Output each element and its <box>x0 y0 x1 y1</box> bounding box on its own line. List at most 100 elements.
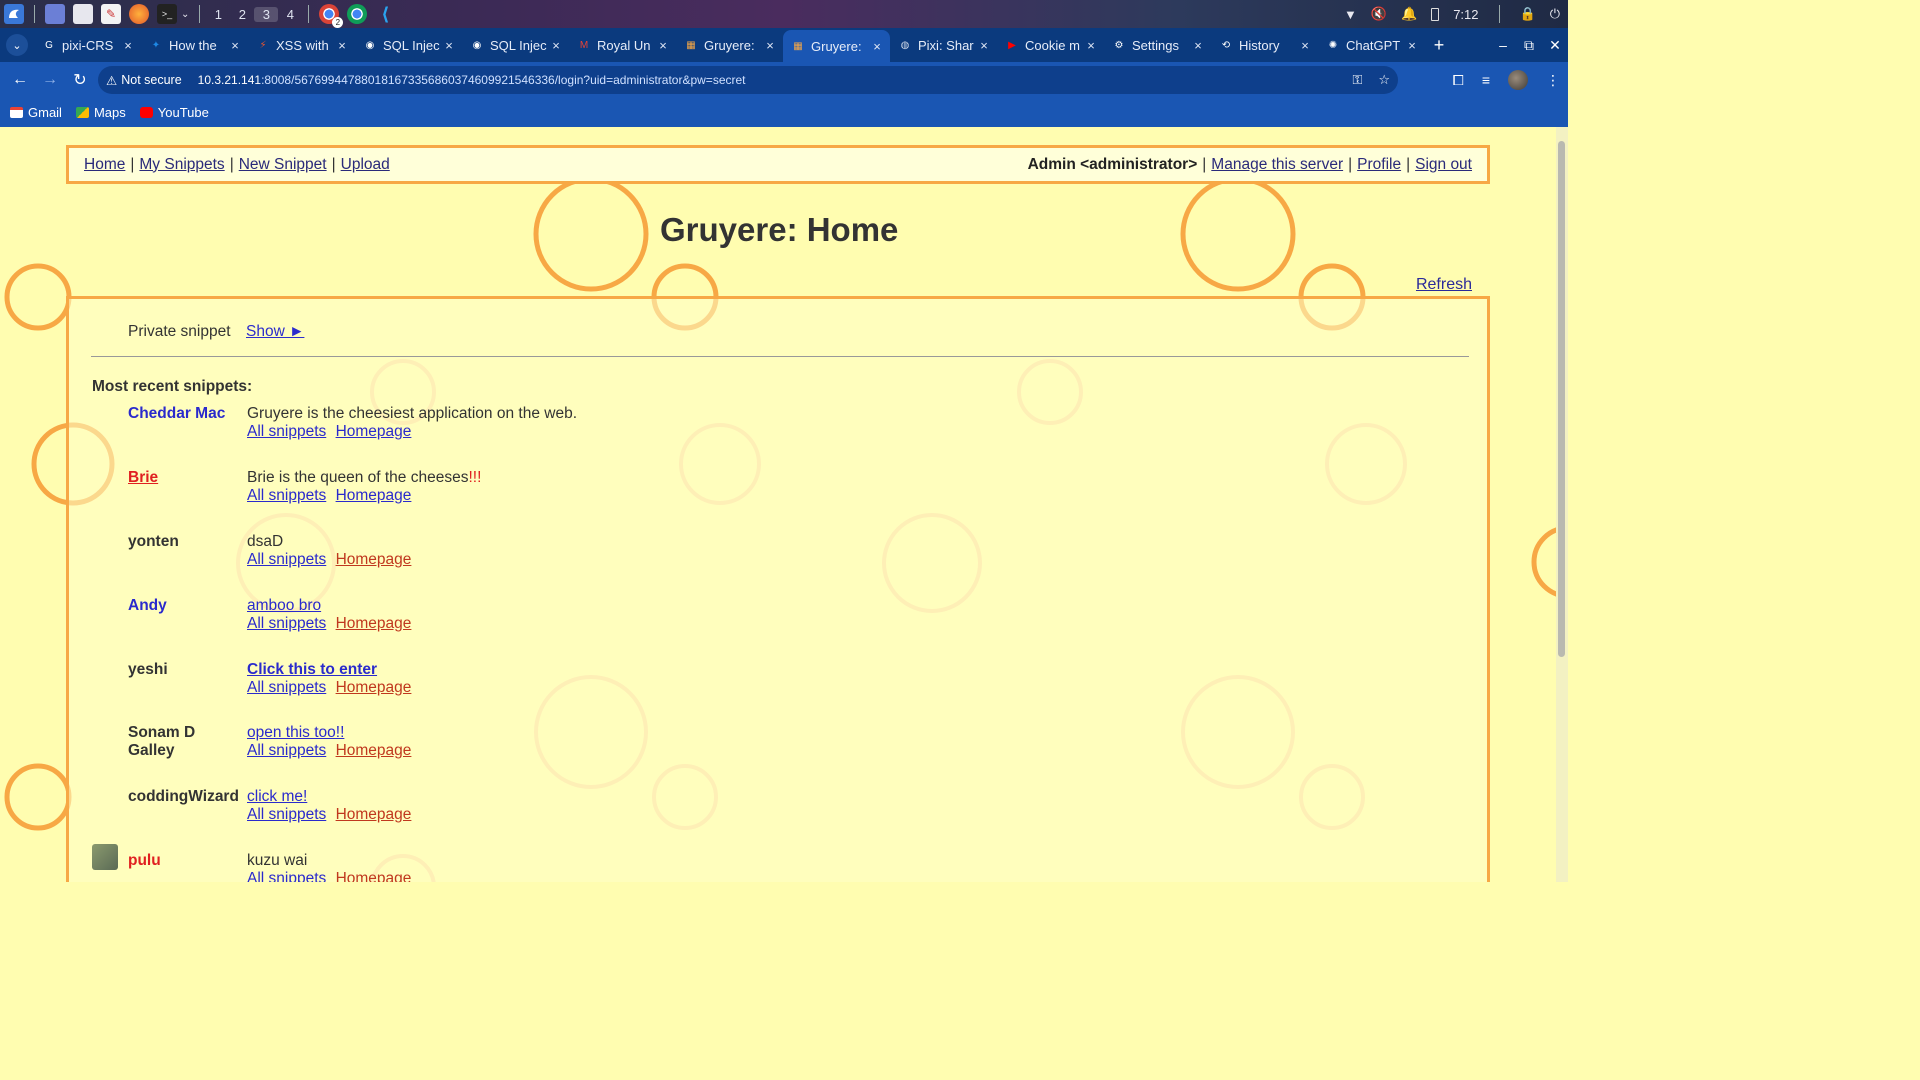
homepage-link[interactable]: Homepage <box>336 615 412 632</box>
tab-2[interactable]: ⚡ XSS with × <box>248 30 355 60</box>
back-button[interactable]: ← <box>6 66 34 94</box>
tab-9[interactable]: ▶ Cookie m × <box>997 30 1104 60</box>
bookmark-maps[interactable]: Maps <box>75 105 126 120</box>
tab-11[interactable]: ⟲ History × <box>1211 30 1318 60</box>
all-snippets-link[interactable]: All snippets <box>247 615 326 632</box>
tab-search-button[interactable]: ⌄ <box>6 34 28 56</box>
firefox-icon[interactable] <box>129 4 149 24</box>
tab-7[interactable]: ▦ Gruyere: × <box>783 30 890 62</box>
chrome-window-icon[interactable]: 2 <box>319 4 344 28</box>
text-editor-icon[interactable]: ✎ <box>101 4 121 24</box>
close-tab-icon[interactable]: × <box>1191 38 1205 53</box>
close-tab-icon[interactable]: × <box>870 39 884 54</box>
bookmark-gmail[interactable]: Gmail <box>10 105 62 120</box>
nav-new-snippet-link[interactable]: New Snippet <box>239 156 327 174</box>
media-controls-icon[interactable]: ≡ <box>1482 72 1490 88</box>
new-tab-button[interactable]: + <box>1425 35 1453 56</box>
minimize-icon[interactable]: – <box>1490 37 1516 53</box>
bell-icon[interactable]: 🔔 <box>1401 6 1417 22</box>
tab-0[interactable]: Gpixi-CRS × <box>34 30 141 60</box>
password-key-icon[interactable]: ⚿ <box>1352 72 1362 88</box>
homepage-link[interactable]: Homepage <box>336 806 412 823</box>
security-indicator[interactable]: ⚠ Not secure <box>106 73 190 88</box>
close-tab-icon[interactable]: × <box>228 38 242 53</box>
close-tab-icon[interactable]: × <box>1084 38 1098 53</box>
close-tab-icon[interactable]: × <box>335 38 349 53</box>
close-tab-icon[interactable]: × <box>977 38 991 53</box>
reload-button[interactable]: ↻ <box>66 66 94 94</box>
all-snippets-link[interactable]: All snippets <box>247 423 326 440</box>
nav-my-snippets-link[interactable]: My Snippets <box>139 156 224 174</box>
all-snippets-link[interactable]: All snippets <box>247 806 326 823</box>
battery-icon[interactable] <box>1431 7 1440 21</box>
tab-1[interactable]: ✦ How the × <box>141 30 248 60</box>
refresh-link[interactable]: Refresh <box>1416 276 1472 294</box>
tab-3[interactable]: ◉ SQL Injec × <box>355 30 462 60</box>
close-tab-icon[interactable]: × <box>442 38 456 53</box>
close-tab-icon[interactable]: × <box>1405 38 1419 53</box>
scrollbar-thumb[interactable] <box>1558 141 1565 657</box>
homepage-link[interactable]: Homepage <box>336 551 412 568</box>
all-snippets-link[interactable]: All snippets <box>247 870 326 882</box>
workspace-3[interactable]: 3 <box>254 6 279 22</box>
all-snippets-link[interactable]: All snippets <box>247 742 326 759</box>
volume-muted-icon[interactable]: 🔇 <box>1371 6 1387 22</box>
address-bar[interactable]: ⚠ Not secure 10.3.21.141:8008/5676994478… <box>98 66 1398 94</box>
all-snippets-link[interactable]: All snippets <box>247 551 326 568</box>
close-tab-icon[interactable]: × <box>1298 38 1312 53</box>
bookmark-youtube[interactable]: YouTube <box>139 105 209 120</box>
extensions-icon[interactable]: ⧠ <box>1453 72 1464 89</box>
url-text[interactable]: 10.3.21.141:8008/56769944788018167335686… <box>198 73 746 87</box>
chevron-down-icon[interactable]: ⌄ <box>181 9 189 20</box>
nav-upload-link[interactable]: Upload <box>341 156 390 174</box>
desktop-icon[interactable] <box>45 4 65 24</box>
manage-server-link[interactable]: Manage this server <box>1211 156 1343 174</box>
tab-10[interactable]: ⚙ Settings × <box>1104 30 1211 60</box>
close-tab-icon[interactable]: × <box>121 38 135 53</box>
start-menu-icon[interactable] <box>4 4 24 24</box>
vscode-icon[interactable]: ⟨ <box>375 4 395 24</box>
close-icon[interactable]: ✕ <box>1542 37 1568 54</box>
homepage-link[interactable]: Homepage <box>336 742 412 759</box>
clock[interactable]: 7:12 <box>1453 7 1478 22</box>
lock-icon[interactable]: 🔒 <box>1520 6 1536 22</box>
menu-icon[interactable]: ⋮ <box>1546 72 1560 89</box>
restore-icon[interactable]: ⧉ <box>1516 37 1542 54</box>
tab-4[interactable]: ◉ SQL Injec × <box>462 30 569 60</box>
terminal-icon[interactable]: >_ <box>157 4 177 24</box>
homepage-link[interactable]: Homepage <box>336 423 412 440</box>
wifi-icon[interactable]: ▼ <box>1344 7 1357 22</box>
snippet-link[interactable]: click me! <box>247 788 307 806</box>
snippet-link[interactable]: amboo bro <box>247 597 321 615</box>
tab-12[interactable]: ✺ ChatGPT × <box>1318 30 1425 60</box>
forward-button[interactable]: → <box>36 66 64 94</box>
tab-5[interactable]: M Royal Un × <box>569 30 676 60</box>
nav-home-link[interactable]: Home <box>84 156 125 174</box>
close-tab-icon[interactable]: × <box>763 38 777 53</box>
workspace-4[interactable]: 4 <box>278 7 302 22</box>
tab-8[interactable]: ◍ Pixi: Shar × <box>890 30 997 60</box>
homepage-link[interactable]: Homepage <box>336 679 412 696</box>
homepage-link[interactable]: Homepage <box>336 487 412 504</box>
power-icon[interactable]: ⏻ <box>1550 6 1560 22</box>
sign-out-link[interactable]: Sign out <box>1415 156 1472 174</box>
close-tab-icon[interactable]: × <box>549 38 563 53</box>
homepage-link[interactable]: Homepage <box>336 870 412 882</box>
snippet-link[interactable]: Click this to enter <box>247 661 377 679</box>
all-snippets-link[interactable]: All snippets <box>247 487 326 504</box>
close-tab-icon[interactable]: × <box>656 38 670 53</box>
page-scrollbar[interactable] <box>1556 127 1568 882</box>
tab-6[interactable]: ▦ Gruyere: × <box>676 30 783 60</box>
file-manager-icon[interactable] <box>73 4 93 24</box>
snippet-author-link[interactable]: Brie <box>128 469 243 487</box>
bookmark-star-icon[interactable]: ☆ <box>1378 72 1390 88</box>
show-private-snippet-link[interactable]: Show ► <box>246 323 304 341</box>
snippet-text-main: Brie is the queen of the cheeses <box>247 469 469 486</box>
profile-link[interactable]: Profile <box>1357 156 1401 174</box>
profile-avatar[interactable] <box>1508 70 1528 90</box>
workspace-2[interactable]: 2 <box>230 7 254 22</box>
all-snippets-link[interactable]: All snippets <box>247 679 326 696</box>
workspace-1[interactable]: 1 <box>206 7 230 22</box>
chrome-icon[interactable] <box>347 4 368 24</box>
snippet-link[interactable]: open this too!! <box>247 724 344 742</box>
